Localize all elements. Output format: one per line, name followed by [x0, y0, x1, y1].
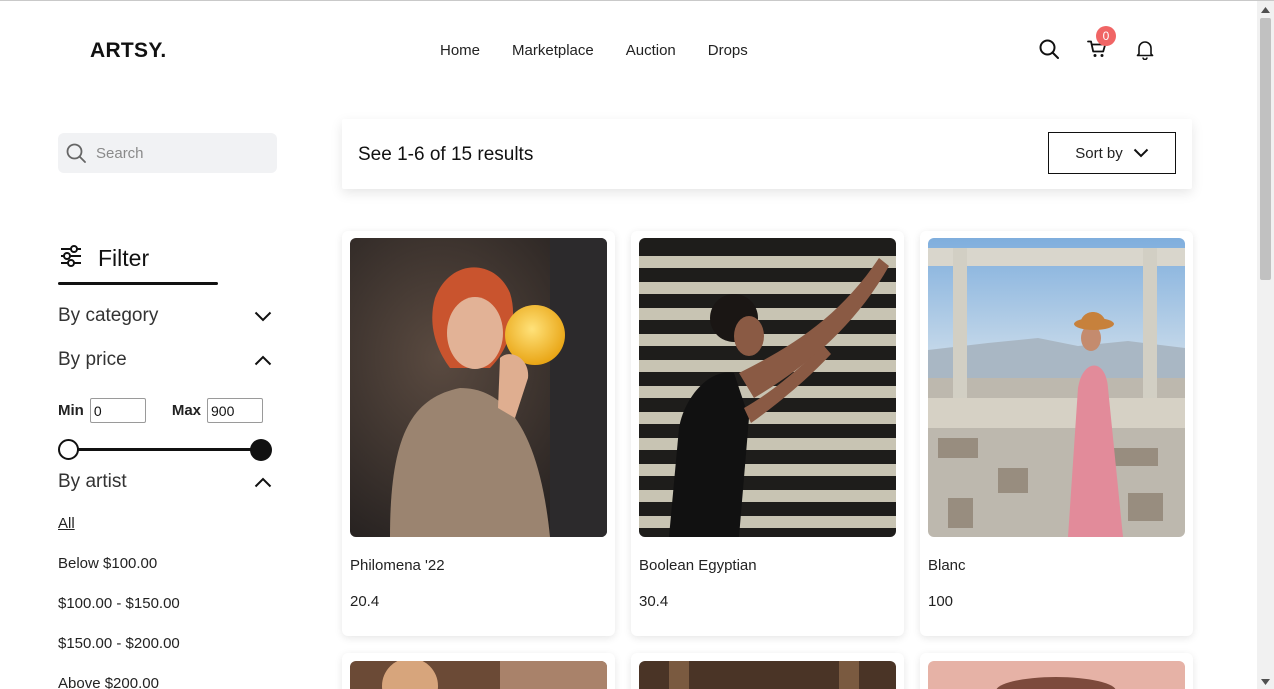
main-nav: Home Marketplace Auction Drops [440, 42, 748, 59]
nav-auction[interactable]: Auction [626, 42, 676, 59]
artist-option-100-150[interactable]: $100.00 - $150.00 [58, 595, 180, 635]
cart-button[interactable]: 0 [1086, 26, 1116, 61]
filter-header: Filter [58, 244, 149, 273]
header-actions: 0 [1038, 26, 1156, 61]
price-range-inputs: Min Max [58, 398, 264, 423]
max-label: Max [171, 402, 202, 419]
product-price: 100 [928, 593, 954, 610]
product-image[interactable] [350, 238, 607, 537]
category-label: By category [58, 305, 159, 326]
sort-dropdown[interactable]: Sort by [1048, 132, 1176, 174]
product-image[interactable] [639, 661, 896, 689]
product-card[interactable] [342, 653, 615, 689]
product-card[interactable]: Boolean Egyptian 30.4 [631, 231, 904, 636]
product-card[interactable] [920, 653, 1193, 689]
product-card[interactable]: Philomena '22 20.4 [342, 231, 615, 636]
price-label: By price [58, 349, 127, 370]
nav-marketplace[interactable]: Marketplace [512, 42, 594, 59]
results-summary: See 1-6 of 15 results [358, 144, 534, 165]
chevron-down-icon [1133, 145, 1149, 162]
product-card[interactable]: Blanc 100 [920, 231, 1193, 636]
product-image[interactable] [928, 661, 1185, 689]
filter-underline [58, 282, 218, 285]
artist-option-all[interactable]: All [58, 515, 180, 555]
chevron-up-icon [254, 355, 272, 366]
price-accordion[interactable]: By price [58, 349, 272, 371]
search-box [58, 133, 277, 173]
product-image[interactable] [928, 238, 1185, 537]
max-price-input[interactable] [207, 398, 264, 423]
brand-logo[interactable]: ARTSY. [90, 39, 166, 63]
scroll-up-arrow-icon[interactable] [1257, 1, 1274, 18]
nav-drops[interactable]: Drops [708, 42, 748, 59]
filter-title: Filter [98, 245, 150, 271]
artist-label: By artist [58, 471, 127, 492]
search-icon [66, 143, 86, 163]
sort-label: Sort by [1075, 144, 1123, 162]
product-image[interactable] [350, 661, 607, 689]
product-name: Boolean Egyptian [639, 557, 757, 574]
price-slider-track [68, 448, 262, 451]
nav-home[interactable]: Home [440, 42, 480, 59]
search-icon[interactable] [1038, 37, 1060, 61]
category-accordion[interactable]: By category [58, 305, 272, 327]
filter-sliders-icon [58, 244, 84, 273]
cart-count-badge: 0 [1096, 26, 1116, 46]
price-slider[interactable] [58, 438, 272, 462]
scrollbar-thumb[interactable] [1260, 18, 1271, 280]
bell-icon[interactable] [1134, 37, 1156, 61]
page-scrollbar[interactable] [1257, 1, 1274, 689]
chevron-down-icon [254, 311, 272, 322]
artist-option-above-200[interactable]: Above $200.00 [58, 675, 180, 689]
product-name: Philomena '22 [350, 557, 445, 574]
chevron-up-icon [254, 477, 272, 488]
min-price-input[interactable] [89, 398, 146, 423]
artist-option-150-200[interactable]: $150.00 - $200.00 [58, 635, 180, 675]
price-slider-max-handle[interactable] [250, 439, 272, 461]
artist-accordion[interactable]: By artist [58, 471, 272, 493]
product-name: Blanc [928, 557, 966, 574]
product-card[interactable] [631, 653, 904, 689]
min-label: Min [58, 402, 84, 419]
page: ARTSY. Home Marketplace Auction Drops 0 [0, 0, 1274, 689]
product-price: 30.4 [639, 593, 669, 610]
search-input[interactable] [96, 144, 256, 162]
price-slider-min-handle[interactable] [58, 439, 79, 460]
artist-option-below-100[interactable]: Below $100.00 [58, 555, 180, 595]
results-bar: See 1-6 of 15 results Sort by [342, 119, 1192, 189]
scroll-down-arrow-icon[interactable] [1257, 673, 1274, 689]
artist-options: All Below $100.00 $100.00 - $150.00 $150… [58, 515, 180, 689]
product-price: 20.4 [350, 593, 380, 610]
product-image[interactable] [639, 238, 896, 537]
